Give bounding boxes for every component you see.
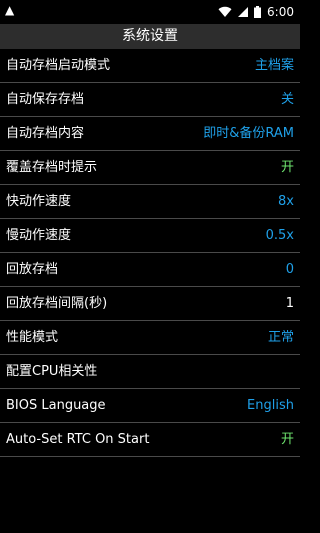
setting-value: 0	[285, 262, 294, 277]
setting-label: 自动保存存档	[6, 92, 85, 107]
setting-value: 8x	[278, 194, 294, 209]
setting-rewind-interval[interactable]: 回放存档间隔(秒) 1	[0, 287, 300, 321]
setting-label: 回放存档间隔(秒)	[6, 296, 108, 311]
status-icons: 6:00	[218, 3, 294, 21]
setting-bios-language[interactable]: BIOS Language English	[0, 389, 300, 423]
setting-label: BIOS Language	[6, 398, 106, 413]
setting-cpu-affinity[interactable]: 配置CPU相关性	[0, 355, 300, 389]
setting-value: 0.5x	[265, 228, 294, 243]
setting-label: 快动作速度	[6, 194, 72, 209]
setting-rewind-states[interactable]: 回放存档 0	[0, 253, 300, 287]
setting-label: 回放存档	[6, 262, 59, 277]
settings-list: 自动存档启动模式 主档案 自动保存存档 关 自动存档内容 即时&备份RAM 覆盖…	[0, 49, 300, 457]
clock: 6:00	[267, 5, 294, 19]
setting-autosave-start-mode[interactable]: 自动存档启动模式 主档案	[0, 49, 300, 83]
setting-value: English	[247, 398, 294, 413]
setting-label: 配置CPU相关性	[6, 364, 98, 379]
setting-label: 慢动作速度	[6, 228, 72, 243]
wifi-icon	[218, 6, 232, 18]
setting-value: 关	[280, 92, 294, 107]
setting-label: 覆盖存档时提示	[6, 160, 98, 175]
app-notification-icon: ▲	[5, 3, 15, 17]
page-title: 系统设置	[0, 24, 300, 49]
setting-value: 开	[280, 160, 294, 175]
setting-label: 自动存档内容	[6, 126, 85, 141]
setting-value: 即时&备份RAM	[203, 126, 294, 141]
battery-icon	[254, 6, 262, 18]
setting-slow-motion-speed[interactable]: 慢动作速度 0.5x	[0, 219, 300, 253]
setting-label: 自动存档启动模式	[6, 58, 111, 73]
setting-label: Auto-Set RTC On Start	[6, 432, 150, 447]
setting-performance-mode[interactable]: 性能模式 正常	[0, 321, 300, 355]
setting-auto-save[interactable]: 自动保存存档 关	[0, 83, 300, 117]
status-bar: ▲ 6:00	[0, 0, 300, 24]
setting-autosave-content[interactable]: 自动存档内容 即时&备份RAM	[0, 117, 300, 151]
setting-value: 主档案	[254, 58, 294, 73]
setting-overwrite-prompt[interactable]: 覆盖存档时提示 开	[0, 151, 300, 185]
setting-fast-forward-speed[interactable]: 快动作速度 8x	[0, 185, 300, 219]
setting-value: 1	[285, 296, 294, 311]
setting-label: 性能模式	[6, 330, 59, 345]
setting-value: 正常	[267, 330, 294, 345]
signal-icon	[238, 7, 249, 17]
setting-value: 开	[280, 432, 294, 447]
setting-auto-set-rtc[interactable]: Auto-Set RTC On Start 开	[0, 423, 300, 457]
